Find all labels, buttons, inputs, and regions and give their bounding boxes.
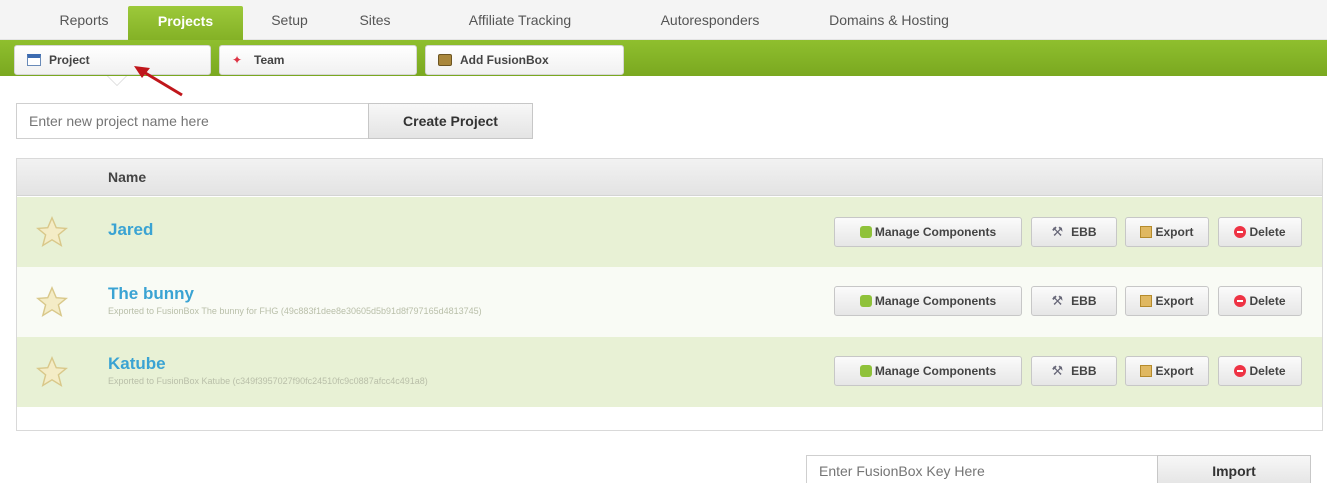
annotation-arrow-icon — [134, 66, 183, 97]
subtab-add-fusionbox-label: Add FusionBox — [460, 53, 549, 67]
fusionbox-icon — [438, 53, 452, 66]
fusionbox-key-input[interactable] — [806, 455, 1158, 483]
tab-setup[interactable]: Setup — [252, 0, 327, 40]
manage-components-button[interactable]: Manage Components — [834, 356, 1022, 386]
hammer-icon: ⚒ — [1051, 362, 1064, 378]
delete-icon — [1234, 225, 1247, 238]
components-icon — [859, 364, 872, 377]
delete-button[interactable]: Delete — [1218, 356, 1302, 386]
export-icon — [1140, 294, 1153, 307]
ebb-button[interactable]: ⚒ EBB — [1031, 356, 1117, 386]
column-header-name: Name — [108, 169, 147, 185]
manage-components-label: Manage Components — [874, 294, 997, 308]
subtab-project-label: Project — [49, 53, 90, 67]
components-icon — [859, 225, 872, 238]
new-project-name-input[interactable] — [16, 103, 369, 139]
delete-label: Delete — [1249, 294, 1286, 308]
tab-affiliate-tracking[interactable]: Affiliate Tracking — [440, 0, 600, 40]
projects-table: Name Jared Manage Components ⚒ EBB Export… — [16, 158, 1323, 431]
project-name-link[interactable]: Katube — [108, 354, 166, 374]
export-button[interactable]: Export — [1125, 356, 1209, 386]
main-nav: Reports Projects Setup Sites Affiliate T… — [0, 0, 1327, 40]
components-icon — [859, 294, 872, 307]
ebb-label: EBB — [1071, 294, 1097, 308]
team-icon: ✦ — [232, 52, 243, 67]
export-label: Export — [1155, 364, 1194, 378]
table-row: Jared Manage Components ⚒ EBB Export Dele… — [17, 197, 1322, 267]
subtab-team[interactable]: ✦ Team — [219, 45, 417, 75]
tab-sites[interactable]: Sites — [340, 0, 410, 40]
ebb-button[interactable]: ⚒ EBB — [1031, 286, 1117, 316]
ebb-label: EBB — [1071, 225, 1097, 239]
hammer-icon: ⚒ — [1051, 223, 1064, 239]
delete-button[interactable]: Delete — [1218, 286, 1302, 316]
export-icon — [1140, 364, 1153, 377]
favorite-star-icon[interactable] — [35, 215, 69, 249]
tab-domains-hosting[interactable]: Domains & Hosting — [805, 0, 973, 40]
project-icon — [27, 53, 41, 66]
active-tab-pointer — [108, 76, 126, 85]
project-name-link[interactable]: The bunny — [108, 284, 194, 304]
delete-label: Delete — [1249, 225, 1286, 239]
table-row: Katube Exported to FusionBox Katube (c34… — [17, 337, 1322, 407]
import-button[interactable]: Import — [1157, 455, 1311, 483]
hammer-icon: ⚒ — [1051, 292, 1064, 308]
create-project-button[interactable]: Create Project — [368, 103, 533, 139]
table-header: Name — [17, 159, 1322, 196]
manage-components-button[interactable]: Manage Components — [834, 217, 1022, 247]
delete-label: Delete — [1249, 364, 1286, 378]
sub-nav: Project ✦ Team Add FusionBox — [0, 40, 1327, 76]
project-name-link[interactable]: Jared — [108, 220, 153, 240]
manage-components-label: Manage Components — [874, 364, 997, 378]
export-button[interactable]: Export — [1125, 286, 1209, 316]
project-export-note: Exported to FusionBox The bunny for FHG … — [108, 306, 482, 316]
subtab-add-fusionbox[interactable]: Add FusionBox — [425, 45, 624, 75]
delete-icon — [1234, 294, 1247, 307]
ebb-label: EBB — [1071, 364, 1097, 378]
export-icon — [1140, 225, 1153, 238]
favorite-star-icon[interactable] — [35, 355, 69, 389]
export-label: Export — [1155, 225, 1194, 239]
tab-autoresponders[interactable]: Autoresponders — [620, 0, 800, 40]
manage-components-label: Manage Components — [874, 225, 997, 239]
project-export-note: Exported to FusionBox Katube (c349f39570… — [108, 376, 428, 386]
export-label: Export — [1155, 294, 1194, 308]
delete-button[interactable]: Delete — [1218, 217, 1302, 247]
table-row: The bunny Exported to FusionBox The bunn… — [17, 267, 1322, 337]
delete-icon — [1234, 364, 1247, 377]
subtab-team-label: Team — [254, 53, 285, 67]
export-button[interactable]: Export — [1125, 217, 1209, 247]
tab-reports[interactable]: Reports — [38, 0, 130, 40]
favorite-star-icon[interactable] — [35, 285, 69, 319]
manage-components-button[interactable]: Manage Components — [834, 286, 1022, 316]
ebb-button[interactable]: ⚒ EBB — [1031, 217, 1117, 247]
tab-projects[interactable]: Projects — [128, 6, 243, 40]
